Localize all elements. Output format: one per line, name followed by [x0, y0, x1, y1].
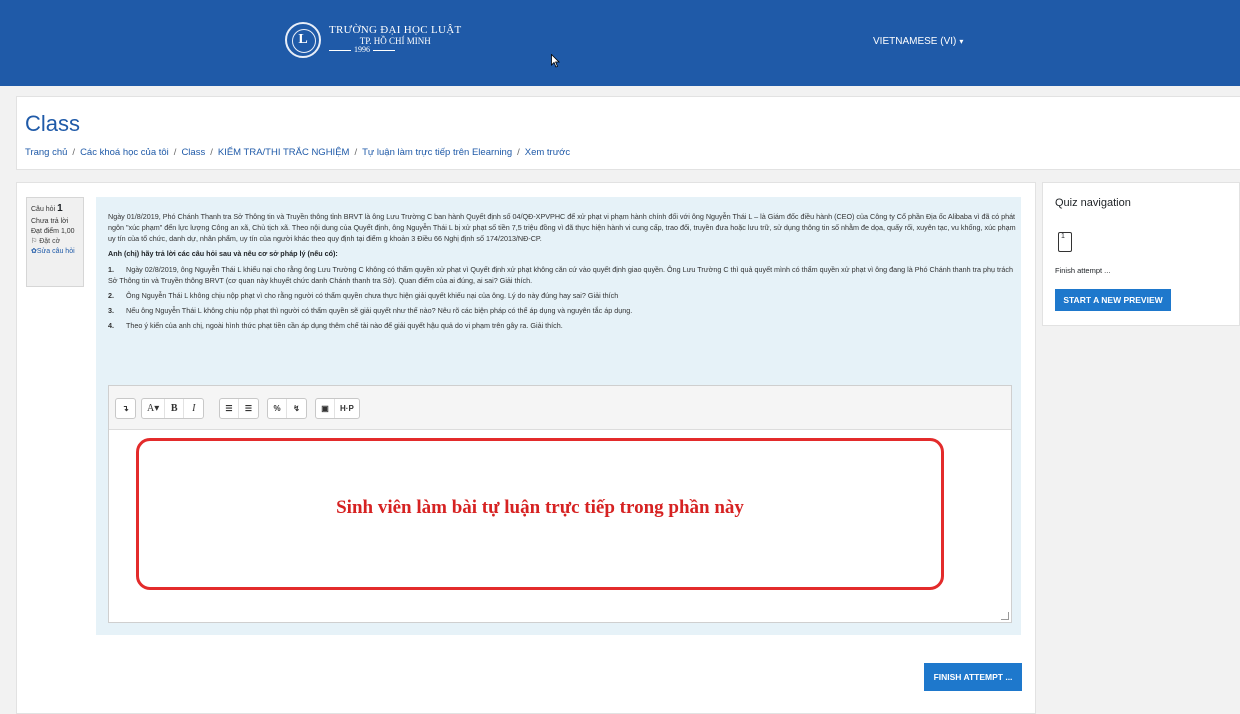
caret-down-icon: ▾	[959, 37, 964, 46]
university-seal-icon: L	[285, 22, 321, 58]
breadcrumb-separator: /	[173, 147, 177, 158]
breadcrumb-separator: /	[517, 147, 520, 158]
breadcrumb-quiz[interactable]: Tự luận làm trực tiếp trên Elearning	[362, 147, 512, 158]
italic-button[interactable]: I	[184, 399, 203, 418]
quiz-navigation-block: Quiz navigation 1 Finish attempt ... STA…	[1042, 182, 1240, 326]
item-number: 1.	[108, 264, 114, 274]
toolbar-group-links: % ↯	[267, 398, 307, 419]
quiz-navigation-title: Quiz navigation	[1055, 197, 1131, 209]
question-mark: Đạt điểm 1,00	[31, 227, 75, 235]
logo-text: TRƯỜNG ĐẠI HỌC LUẬT TP. HỒ CHÍ MINH 1996	[329, 25, 461, 54]
item-text: Ngày 02/8/2019, ông Nguyễn Thái L khiếu …	[108, 264, 1014, 285]
top-navbar: L TRƯỜNG ĐẠI HỌC LUẬT TP. HỒ CHÍ MINH 19…	[0, 0, 1240, 86]
question-item: 2. Ông Nguyễn Thái L không chịu nộp phạt …	[108, 290, 1023, 301]
toolbar-group-media: ▣ H·P	[315, 398, 360, 419]
edit-question-label: Sửa câu hỏi	[36, 247, 75, 255]
item-text: Ông Nguyễn Thái L không chịu nộp phạt vì…	[126, 290, 619, 300]
breadcrumb-separator: /	[72, 147, 76, 158]
breadcrumb-home[interactable]: Trang chủ	[25, 147, 67, 158]
toolbar-expand-button[interactable]: ↴	[116, 399, 135, 418]
breadcrumb-separator: /	[210, 147, 213, 158]
question-item: 3. Nếu ông Nguyễn Thái L không chịu nộp p…	[108, 305, 1023, 316]
question-label: Câu hỏi	[31, 206, 56, 213]
language-menu[interactable]: VIETNAMESE (VI) ▾	[873, 36, 963, 47]
editor-toolbar: ↴ A▾ B I ☰ ☰ % ↯ ▣ H·P	[109, 386, 1011, 430]
unlink-button[interactable]: ↯	[287, 399, 306, 418]
question-status: Chưa trả lời	[31, 217, 69, 225]
language-label: VIETNAMESE (VI)	[873, 36, 957, 47]
insert-h5p-button[interactable]: H·P	[335, 399, 359, 418]
resize-handle-icon[interactable]	[1001, 612, 1009, 620]
start-new-preview-button[interactable]: START A NEW PREVIEW	[1055, 289, 1171, 311]
unordered-list-button[interactable]: ☰	[220, 399, 239, 418]
edit-question-link[interactable]: ✿Sửa câu hỏi	[31, 247, 79, 257]
item-number: 3.	[108, 306, 114, 316]
flag-question-toggle[interactable]: ⚐ Đặt cờ	[31, 237, 79, 247]
flag-label: Đặt cờ	[39, 237, 61, 245]
item-number: 2.	[108, 290, 114, 300]
logo-year-row: 1996	[329, 45, 461, 55]
question-item: 4. Theo ý kiến của anh chị, ngoài hình th…	[108, 320, 1023, 331]
page-title: Class	[25, 111, 81, 136]
question-item: 1. Ngày 02/8/2019, ông Nguyễn Thái L khiế…	[108, 264, 1023, 286]
essay-instruction: Sinh viên làm bài tự luận trực tiếp tron…	[336, 497, 744, 518]
flag-icon: ⚐	[31, 237, 40, 245]
breadcrumb-preview[interactable]: Xem trước	[525, 147, 570, 158]
question-number: 1	[57, 203, 63, 214]
logo-dash-left	[329, 49, 351, 51]
finish-attempt-link[interactable]: Finish attempt ...	[1055, 266, 1110, 275]
breadcrumb-class[interactable]: Class	[181, 147, 205, 158]
logo-monogram: L	[298, 32, 308, 47]
insert-image-button[interactable]: ▣	[316, 399, 335, 418]
item-text: Nếu ông Nguyễn Thái L không chịu nộp phạ…	[126, 306, 633, 316]
toolbar-group-format: A▾ B I	[141, 398, 205, 419]
bold-button[interactable]: B	[165, 399, 185, 418]
question-intro: Ngày 01/8/2019, Phó Chánh Thanh tra Sở T…	[108, 212, 1016, 244]
question-number-label: Câu hỏi 1	[31, 202, 79, 217]
answer-area-highlight: Sinh viên làm bài tự luận trực tiếp tron…	[136, 438, 944, 590]
page-header: Class Trang chủ / Các khoá học của tôi / Cla…	[16, 96, 1240, 170]
ordered-list-button[interactable]: ☰	[239, 399, 258, 418]
university-logo[interactable]: L TRƯỜNG ĐẠI HỌC LUẬT TP. HỒ CHÍ MINH 19…	[285, 22, 461, 58]
toolbar-group-expand: ↴	[115, 398, 136, 419]
question-text: Ngày 01/8/2019, Phó Chánh Thanh tra Sở T…	[108, 211, 1023, 335]
link-button[interactable]: %	[268, 399, 287, 418]
logo-year: 1996	[354, 45, 370, 55]
toolbar-group-lists: ☰ ☰	[219, 398, 259, 419]
breadcrumb-separator: /	[354, 147, 358, 158]
question-prompt: Anh (chị) hãy trả lời các câu hỏi sau và…	[108, 249, 338, 259]
logo-line-2: TP. HỒ CHÍ MINH	[359, 35, 431, 46]
breadcrumb: Trang chủ / Các khoá học của tôi / Class / KIỂ…	[25, 147, 570, 158]
finish-attempt-button[interactable]: FINISH ATTEMPT ...	[924, 663, 1022, 691]
item-number: 4.	[108, 321, 114, 331]
font-style-button[interactable]: A▾	[142, 399, 166, 418]
mouse-cursor-icon	[551, 54, 560, 68]
quiz-nav-question-button[interactable]: 1	[1058, 232, 1072, 252]
item-text: Theo ý kiến của anh chị, ngoài hình thức…	[126, 321, 563, 331]
breadcrumb-exam-section[interactable]: KIỂM TRA/THI TRẮC NGHIỆM	[218, 147, 350, 158]
breadcrumb-my-courses[interactable]: Các khoá học của tôi	[80, 147, 169, 158]
question-info-panel: Câu hỏi 1 Chưa trả lời Đạt điểm 1,00 ⚐ Đ…	[26, 197, 84, 287]
logo-dash-right	[373, 49, 395, 51]
